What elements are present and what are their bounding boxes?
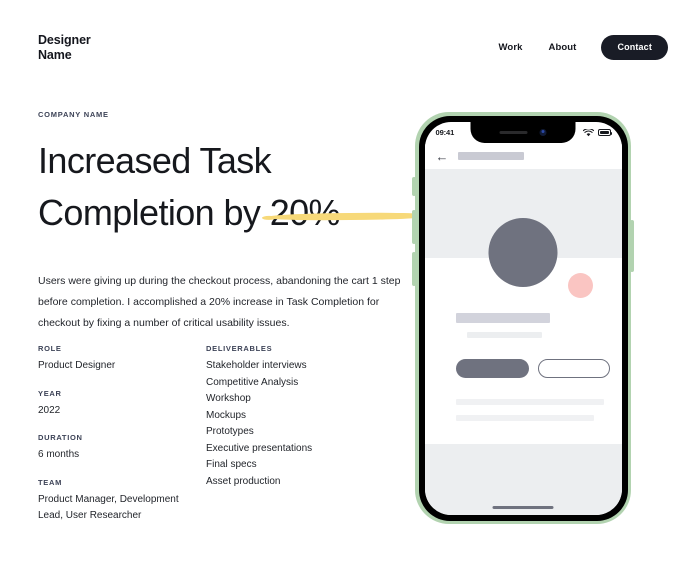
app-body <box>424 169 622 515</box>
app-primary-circle <box>488 217 558 287</box>
year-label: YEAR <box>38 388 62 398</box>
team-label: TEAM <box>38 477 63 487</box>
list-item: Stakeholder interviews <box>206 360 307 371</box>
duration-value: 6 months <box>38 449 80 460</box>
list-item: Competitive Analysis <box>206 376 299 388</box>
phone-screen: 09:41 ← <box>424 121 622 515</box>
site-logo[interactable]: Designer Name <box>38 33 91 63</box>
site-header: Designer Name Work About Contact <box>38 33 668 67</box>
deliverables-list: Stakeholder interviews Competitive Analy… <box>206 358 386 490</box>
status-icons <box>582 128 612 137</box>
app-accent-circle <box>567 272 593 298</box>
status-time: 09:41 <box>435 128 455 137</box>
home-indicator[interactable] <box>492 505 554 509</box>
logo-line-2: Name <box>38 48 72 62</box>
battery-icon <box>597 129 612 136</box>
role-value: Product Designer <box>38 360 116 371</box>
nav-link-about[interactable]: About <box>536 42 590 53</box>
list-item: Prototypes <box>206 426 254 437</box>
app-secondary-button[interactable] <box>537 358 610 378</box>
app-placeholder-bar-body-1 <box>455 398 604 405</box>
headline-line-2: Completion by 20% <box>38 192 341 233</box>
year-value: 2022 <box>38 404 61 416</box>
topbar-title-placeholder <box>457 152 524 160</box>
project-meta: ROLE Product Designer YEAR 2022 DURATION… <box>38 344 386 525</box>
app-placeholder-bar-title <box>455 312 550 323</box>
portfolio-case-study-page: Designer Name Work About Contact COMPANY… <box>0 0 700 588</box>
back-arrow-icon[interactable]: ← <box>436 150 449 163</box>
list-item: Asset production <box>206 475 281 487</box>
list-item: Mockups <box>206 409 247 421</box>
duration-label: DURATION <box>38 433 83 442</box>
company-name-label: COMPANY NAME <box>38 110 109 119</box>
app-bottom-band <box>424 443 622 515</box>
role-label: ROLE <box>38 344 62 353</box>
list-item: Final specs <box>206 459 257 470</box>
meta-column-left: ROLE Product Designer YEAR 2022 DURATION… <box>38 344 206 525</box>
phone-notch <box>470 121 576 143</box>
headline-line-1: Increased Task <box>38 140 272 181</box>
front-camera-icon <box>539 128 547 136</box>
wifi-icon <box>582 128 594 136</box>
hero-description: Users were giving up during the checkout… <box>38 275 401 329</box>
main-navigation: Work About Contact <box>486 35 668 60</box>
app-primary-button[interactable] <box>455 358 529 378</box>
highlight-marker-underline <box>265 212 435 221</box>
list-item: Workshop <box>206 393 251 404</box>
team-value: Product Manager, Development Lead, User … <box>38 493 179 522</box>
logo-line-1: Designer <box>38 33 91 47</box>
list-item: Executive presentations <box>206 442 313 454</box>
phone-frame: 09:41 ← <box>415 112 631 524</box>
deliverables-label: DELIVERABLES <box>206 344 273 353</box>
contact-button[interactable]: Contact <box>601 35 668 60</box>
app-placeholder-bar-body-2 <box>455 414 594 421</box>
app-placeholder-bar-subtitle <box>466 331 542 338</box>
speaker-icon <box>499 130 528 134</box>
app-top-bar: ← <box>424 143 622 169</box>
phone-bezel: 09:41 ← <box>418 115 628 521</box>
nav-link-work[interactable]: Work <box>486 42 536 53</box>
phone-mockup: 09:41 ← <box>411 112 635 524</box>
page-title: Increased Task Completion by 20% <box>38 135 435 239</box>
meta-column-right: DELIVERABLES Stakeholder interviews Comp… <box>206 344 386 525</box>
hero-content: COMPANY NAME Increased Task Completion b… <box>38 110 435 334</box>
